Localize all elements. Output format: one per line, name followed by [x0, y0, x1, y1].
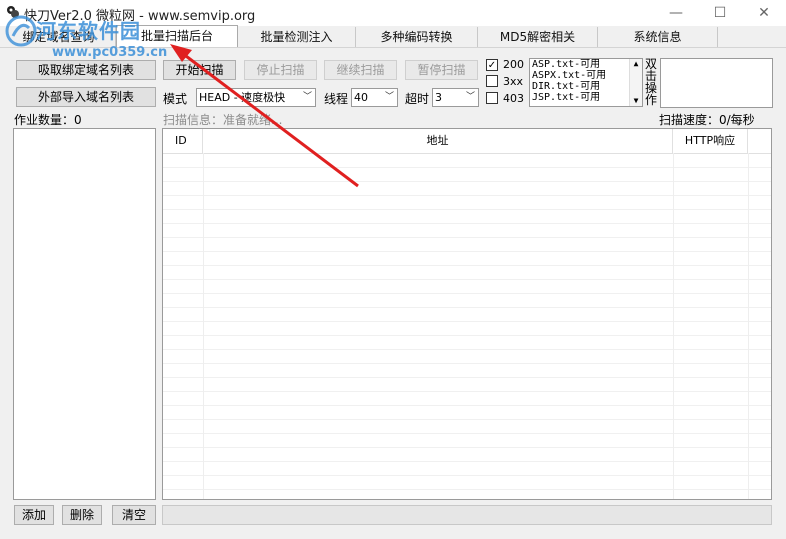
table-row — [163, 335, 771, 336]
table-row — [163, 265, 771, 266]
checkbox-403-label: 403 — [503, 92, 524, 105]
job-count-label: 作业数量：0 — [14, 113, 82, 127]
table-row — [163, 307, 771, 308]
import-domain-list-button[interactable]: 外部导入域名列表 — [16, 87, 156, 107]
watermark-url: www.pc0359.cn — [52, 45, 168, 60]
checkbox-3xx-label: 3xx — [503, 75, 524, 88]
table-row — [163, 237, 771, 238]
scan-speed-label: 扫描速度：0/每秒 — [659, 113, 755, 127]
table-header: ID 地址 HTTP响应 — [163, 129, 771, 154]
tab-system-info[interactable]: 系统信息 — [598, 27, 718, 47]
table-row — [163, 475, 771, 476]
table-row — [163, 167, 771, 168]
scroll-up-icon[interactable]: ▲ — [630, 59, 642, 69]
clear-button[interactable]: 清空 — [112, 505, 156, 525]
checkbox-403[interactable] — [486, 92, 498, 104]
tab-batch-injection[interactable]: 批量检测注入 — [238, 27, 356, 47]
chevron-down-icon: ﹀ — [384, 92, 394, 102]
timeout-label: 超时 — [405, 92, 430, 106]
tab-encoding-convert[interactable]: 多种编码转换 — [356, 27, 478, 47]
table-column-divider — [673, 153, 674, 499]
table-row — [163, 181, 771, 182]
column-header-http-response[interactable]: HTTP响应 — [673, 129, 748, 153]
table-row — [163, 321, 771, 322]
dictionary-list[interactable]: ASP.txt-可用 ASPX.txt-可用 DIR.txt-可用 JSP.tx… — [529, 58, 643, 107]
fetch-domain-list-button[interactable]: 吸取绑定域名列表 — [16, 60, 156, 80]
maximize-button[interactable]: ☐ — [698, 0, 742, 26]
checkbox-200[interactable]: ✓ — [486, 59, 498, 71]
progress-bar — [162, 505, 772, 525]
operation-output-box[interactable] — [660, 58, 773, 108]
threads-label: 线程 — [324, 92, 349, 106]
table-row — [163, 293, 771, 294]
minimize-button[interactable]: — — [654, 0, 698, 26]
table-row — [163, 433, 771, 434]
close-button[interactable]: ✕ — [742, 0, 786, 26]
mode-select-value: HEAD - 速度极快 — [199, 91, 286, 104]
table-row — [163, 489, 771, 490]
timeout-select[interactable]: 3 ﹀ — [432, 88, 479, 107]
stop-scan-button[interactable]: 停止扫描 — [244, 60, 317, 80]
scan-info-label: 扫描信息：准备就绪... — [163, 113, 283, 127]
table-row — [163, 447, 771, 448]
table-row — [163, 405, 771, 406]
mode-select[interactable]: HEAD - 速度极快 ﹀ — [196, 88, 316, 107]
mode-label: 模式 — [163, 92, 188, 106]
checkbox-200-label: 200 — [503, 58, 524, 71]
list-scrollbar[interactable]: ▲ ▼ — [629, 59, 642, 106]
list-item[interactable]: DIR.txt-可用 — [532, 81, 642, 92]
scroll-down-icon[interactable]: ▼ — [630, 96, 642, 106]
column-header-address[interactable]: 地址 — [203, 129, 673, 153]
table-row — [163, 419, 771, 420]
domain-list[interactable] — [13, 128, 156, 500]
table-row — [163, 251, 771, 252]
checkbox-3xx[interactable] — [486, 75, 498, 87]
chevron-down-icon: ﹀ — [302, 92, 312, 102]
timeout-select-value: 3 — [435, 91, 442, 104]
list-item[interactable]: ASP.txt-可用 — [532, 59, 642, 70]
results-table[interactable]: ID 地址 HTTP响应 — [162, 128, 772, 500]
table-row — [163, 349, 771, 350]
watermark-logo-icon — [4, 14, 38, 48]
continue-scan-button[interactable]: 继续扫描 — [324, 60, 397, 80]
table-row — [163, 461, 771, 462]
threads-select-value: 40 — [354, 91, 368, 104]
table-row — [163, 279, 771, 280]
pause-scan-button[interactable]: 暂停扫描 — [405, 60, 478, 80]
dblclick-operation-label: 双击操作 — [645, 57, 658, 107]
table-row — [163, 377, 771, 378]
table-row — [163, 363, 771, 364]
tab-md5-decrypt[interactable]: MD5解密相关 — [478, 27, 598, 47]
table-row — [163, 195, 771, 196]
delete-button[interactable]: 删除 — [62, 505, 102, 525]
watermark-title: 河东软件园 — [36, 19, 141, 43]
table-row — [163, 209, 771, 210]
start-scan-button[interactable]: 开始扫描 — [163, 60, 236, 80]
list-item[interactable]: JSP.txt-可用 — [532, 92, 642, 103]
list-item[interactable]: ASPX.txt-可用 — [532, 70, 642, 81]
table-row — [163, 391, 771, 392]
table-column-divider — [748, 153, 749, 499]
threads-select[interactable]: 40 ﹀ — [351, 88, 398, 107]
add-button[interactable]: 添加 — [14, 505, 54, 525]
column-header-id[interactable]: ID — [163, 129, 203, 153]
table-column-divider — [203, 153, 204, 499]
table-row — [163, 223, 771, 224]
chevron-down-icon: ﹀ — [465, 92, 475, 102]
